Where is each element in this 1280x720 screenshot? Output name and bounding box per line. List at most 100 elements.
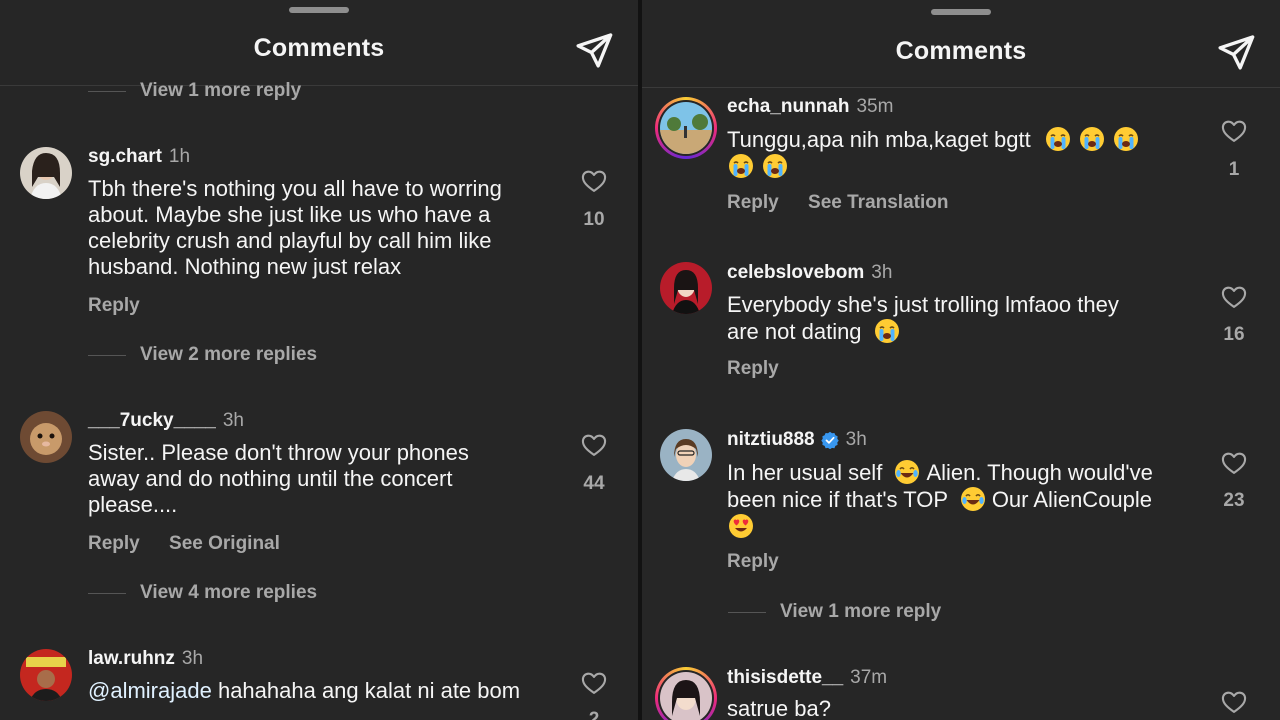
loudly-crying-face-emoji	[1045, 126, 1071, 152]
view-more-label: View 2 more replies	[140, 344, 318, 365]
comment-line: away and do nothing until the concert	[88, 466, 453, 491]
view-more-replies[interactable]: View 2 more replies	[88, 344, 317, 366]
comment-header: thisisdette__ 37m	[727, 667, 887, 689]
username[interactable]: celebslovebom	[727, 262, 864, 284]
send-icon[interactable]	[1216, 32, 1256, 72]
reply-button[interactable]: Reply	[88, 533, 140, 554]
comment-line: about. Maybe she just like us who have a	[88, 202, 491, 227]
comments-panel-right: Comments echa_nunnah 35m Tunggu,apa nih …	[642, 0, 1280, 720]
timestamp: 37m	[850, 667, 888, 688]
heart-icon[interactable]	[579, 167, 609, 195]
avatar	[660, 102, 712, 154]
see-original-button[interactable]: See Original	[169, 533, 280, 554]
avatar[interactable]	[20, 411, 72, 463]
heart-icon[interactable]	[1219, 117, 1249, 145]
like-count: 44	[583, 473, 605, 494]
heart-icon[interactable]	[1219, 688, 1249, 716]
avatar-story-ring[interactable]	[655, 97, 717, 159]
comment-actions: Reply See Original	[88, 533, 280, 555]
comment-text: satrue ba?	[727, 696, 831, 720]
reply-thread-dash	[88, 90, 126, 92]
comment-line: Our AlienCouple	[991, 487, 1153, 512]
comment-actions: Reply	[727, 551, 779, 573]
timestamp: 3h	[222, 410, 244, 431]
avatar[interactable]	[660, 429, 712, 481]
timestamp: 35m	[856, 96, 894, 117]
page-title: Comments	[253, 34, 385, 62]
view-more-label: View 4 more replies	[140, 582, 318, 603]
tears-of-joy-emoji	[894, 459, 920, 485]
comment-text: Sister.. Please don't throw your phones …	[88, 440, 469, 518]
tears-of-joy-emoji	[960, 486, 986, 512]
username[interactable]: nitztiu888	[727, 429, 815, 451]
comment-actions: Reply	[88, 295, 140, 317]
timestamp: 1h	[168, 146, 191, 167]
comment-line: satrue ba?	[727, 696, 831, 720]
avatar[interactable]	[20, 649, 72, 701]
comment-line: celebrity crush and playful by call him …	[88, 228, 492, 253]
reply-button[interactable]: Reply	[727, 551, 779, 572]
comment-text: @almirajade hahahaha ang kalat ni ate bo…	[88, 678, 520, 704]
comment-actions: Reply See Translation	[727, 192, 948, 214]
view-more-replies[interactable]: View 1 more reply	[88, 80, 301, 102]
view-more-replies[interactable]: View 1 more reply	[728, 601, 941, 623]
like-count: 10	[583, 209, 605, 230]
comment-line: Sister.. Please don't throw your phones	[88, 440, 469, 465]
timestamp: 3h	[181, 648, 204, 669]
page-title: Comments	[895, 37, 1027, 65]
loudly-crying-face-emoji	[728, 153, 754, 179]
like-count: 2	[588, 709, 600, 720]
timestamp: 3h	[871, 262, 893, 283]
heart-eyes-emoji	[728, 513, 754, 539]
view-more-label: View 1 more reply	[140, 80, 302, 101]
loudly-crying-face-emoji	[1079, 126, 1105, 152]
like-count: 23	[1223, 490, 1245, 511]
username[interactable]: echa_nunnah	[727, 96, 849, 118]
avatar-story-ring[interactable]	[655, 667, 717, 720]
heart-icon[interactable]	[1219, 283, 1249, 311]
verified-icon	[820, 431, 839, 449]
comment-line: In her usual self	[727, 460, 883, 485]
reply-button[interactable]: Reply	[88, 295, 140, 316]
heart-icon[interactable]	[1219, 449, 1249, 477]
avatar[interactable]	[20, 147, 72, 199]
sheet-drag-handle[interactable]	[931, 9, 991, 15]
comment-line: Tunggu,apa nih mba,kaget bgtt	[727, 127, 1031, 152]
comment-line: Everybody she's just trolling lmfaoo the…	[727, 292, 1119, 317]
comment-line: are not dating	[727, 319, 862, 344]
reply-thread-dash	[88, 354, 126, 356]
comment-text: Tbh there's nothing you all have to worr…	[88, 176, 502, 280]
comment-header: ___7ucky____ 3h	[88, 410, 244, 432]
reply-button[interactable]: Reply	[727, 192, 779, 213]
reply-button[interactable]: Reply	[727, 358, 779, 379]
sheet-drag-handle[interactable]	[289, 7, 349, 13]
loudly-crying-face-emoji	[1113, 126, 1139, 152]
comments-panel-left: Comments View 1 more reply sg.chart 1h T…	[0, 0, 638, 720]
comment-header: nitztiu888 3h	[727, 429, 867, 451]
avatar[interactable]	[660, 262, 712, 314]
comment-text: Tunggu,apa nih mba,kaget bgtt	[727, 126, 1140, 180]
heart-icon[interactable]	[579, 431, 609, 459]
comment-text: Everybody she's just trolling lmfaoo the…	[727, 292, 1119, 345]
comment-line: husband. Nothing new just relax	[88, 254, 402, 279]
username[interactable]: ___7ucky____	[88, 410, 216, 432]
username[interactable]: law.ruhnz	[88, 648, 175, 670]
header-divider	[642, 87, 1280, 88]
comment-actions: Reply	[727, 358, 779, 380]
reply-thread-dash	[728, 611, 766, 613]
avatar	[660, 672, 712, 720]
heart-icon[interactable]	[579, 669, 609, 697]
view-more-replies[interactable]: View 4 more replies	[88, 582, 317, 604]
timestamp: 3h	[845, 429, 867, 450]
username[interactable]: sg.chart	[88, 146, 162, 168]
mention-link[interactable]: @almirajade	[88, 678, 212, 703]
view-more-label: View 1 more reply	[780, 601, 942, 622]
comment-header: sg.chart 1h	[88, 146, 190, 168]
loudly-crying-face-emoji	[874, 318, 900, 344]
username[interactable]: thisisdette__	[727, 667, 843, 689]
see-translation-button[interactable]: See Translation	[808, 192, 948, 213]
comment-line: Tbh there's nothing you all have to worr…	[88, 176, 502, 201]
comment-header: celebslovebom 3h	[727, 262, 892, 284]
comment-line: been nice if that's TOP	[727, 487, 948, 512]
send-icon[interactable]	[574, 30, 614, 70]
